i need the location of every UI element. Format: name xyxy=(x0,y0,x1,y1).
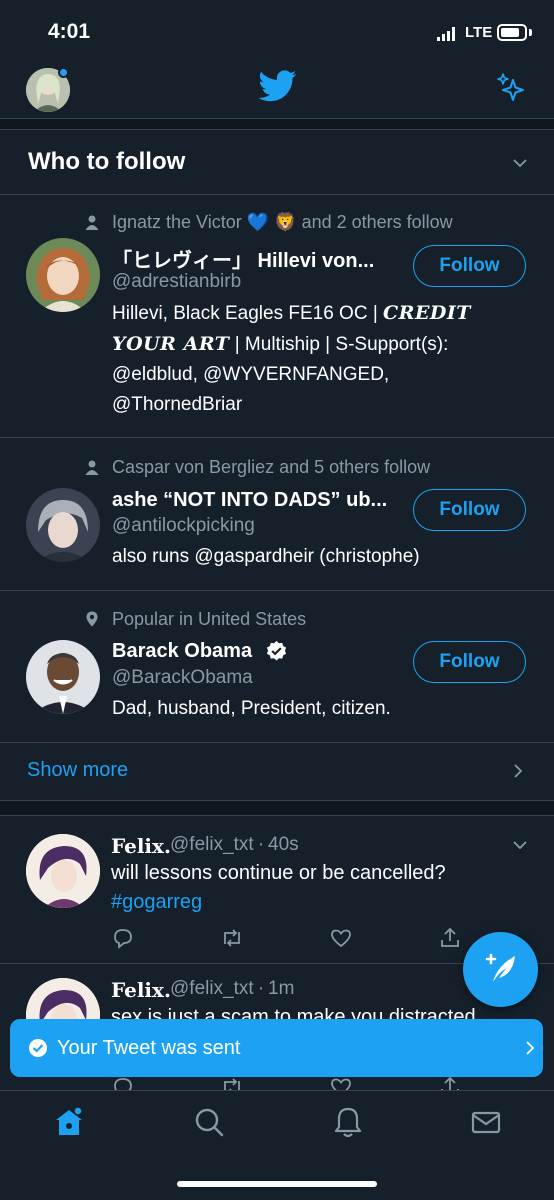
meta-separator: · xyxy=(257,978,265,999)
tweet-handle[interactable]: @felix_txt xyxy=(170,834,254,855)
person-icon xyxy=(85,215,99,230)
home-indicator xyxy=(177,1181,377,1187)
person-icon xyxy=(85,460,99,475)
toast-message: Your Tweet was sent xyxy=(57,1037,241,1059)
home-icon[interactable] xyxy=(52,1105,86,1139)
tweet-sent-toast[interactable]: Your Tweet was sent xyxy=(10,1019,543,1077)
suggestion-bio: also runs @gaspardheir (christophe) xyxy=(112,546,420,567)
row-divider xyxy=(0,437,554,438)
social-context: Caspar von Bergliez and 5 others follow xyxy=(112,457,431,477)
compose-tweet-button[interactable] xyxy=(463,932,538,1007)
share-icon[interactable] xyxy=(438,926,462,950)
battery-icon xyxy=(497,24,527,41)
notifications-icon[interactable] xyxy=(331,1105,365,1139)
chevron-right-icon[interactable] xyxy=(510,763,526,779)
tweet-time: 40s xyxy=(268,834,299,855)
bio-text: Hillevi, Black Eagles FE16 OC | xyxy=(112,303,384,324)
avatar[interactable] xyxy=(26,640,100,714)
suggestion-name[interactable]: 「ヒレヴィー」 Hillevi von... xyxy=(112,244,374,273)
who-to-follow-title: Who to follow xyxy=(28,148,186,175)
tweet-handle[interactable]: @felix_txt xyxy=(170,978,254,999)
avatar[interactable] xyxy=(26,238,100,312)
follow-button[interactable]: Follow xyxy=(413,641,526,683)
tweet-options-chevron-icon[interactable] xyxy=(512,837,528,853)
social-context: Popular in United States xyxy=(112,609,307,629)
top-nav xyxy=(0,62,554,118)
tweet-author-name[interactable]: Felix. xyxy=(111,978,171,1002)
section-gap xyxy=(0,801,554,815)
follow-button[interactable]: Follow xyxy=(413,245,526,287)
location-pin-icon xyxy=(86,611,98,627)
suggestion-name[interactable]: ashe “NOT INTO DADS” ub... xyxy=(112,489,387,512)
show-more-link[interactable]: Show more xyxy=(27,759,128,782)
retweet-icon[interactable] xyxy=(220,926,244,950)
follow-button[interactable]: Follow xyxy=(413,489,526,531)
suggestion-handle[interactable]: @antilockpicking xyxy=(112,515,255,537)
sparkle-icon[interactable] xyxy=(495,72,527,104)
status-bar: 4:01 LTE xyxy=(0,0,554,62)
check-circle-icon xyxy=(29,1039,47,1057)
chevron-right-icon xyxy=(526,1041,535,1055)
social-context: Ignatz the Victor 💙 🦁 and 2 others follo… xyxy=(112,212,453,232)
section-divider xyxy=(0,129,554,130)
tweet-text: will lessons continue or be cancelled? #… xyxy=(111,859,531,917)
chevron-down-icon[interactable] xyxy=(512,155,528,171)
meta-separator: · xyxy=(257,834,265,855)
tweet-body: will lessons continue or be cancelled? xyxy=(111,862,446,884)
reply-icon[interactable] xyxy=(111,926,135,950)
twitter-bird-icon xyxy=(259,70,297,102)
signal-icon xyxy=(437,27,455,41)
network-label: LTE xyxy=(465,24,493,41)
row-divider xyxy=(0,742,554,743)
messages-icon[interactable] xyxy=(469,1105,503,1139)
like-icon[interactable] xyxy=(329,926,353,950)
section-divider xyxy=(0,815,554,816)
row-divider xyxy=(0,590,554,591)
section-gap xyxy=(0,119,554,129)
suggestion-bio: Dad, husband, President, citizen. xyxy=(112,698,391,719)
tweet-time: 1m xyxy=(268,978,295,999)
suggestion-bio: Hillevi, Black Eagles FE16 OC | CREDIT Y… xyxy=(112,298,522,420)
hashtag-link[interactable]: #gogarreg xyxy=(111,888,531,917)
battery-nub xyxy=(529,29,532,36)
tweet-author-name[interactable]: Felix. xyxy=(111,834,171,858)
search-icon[interactable] xyxy=(192,1105,226,1139)
notification-dot xyxy=(58,67,69,78)
tweet-meta: @felix_txt · 1m xyxy=(170,978,294,1000)
suggestion-handle[interactable]: @adrestianbirb xyxy=(112,271,241,293)
suggestion-handle[interactable]: @BarackObama xyxy=(112,667,253,689)
avatar[interactable] xyxy=(26,488,100,562)
verified-badge-icon xyxy=(266,640,287,661)
status-time: 4:01 xyxy=(48,20,91,43)
suggestion-name[interactable]: Barack Obama xyxy=(112,640,252,663)
compose-feather-icon xyxy=(485,953,515,982)
title-divider xyxy=(0,194,554,195)
tweet-meta: @felix_txt · 40s xyxy=(170,834,299,856)
tweet-avatar[interactable] xyxy=(26,834,100,908)
